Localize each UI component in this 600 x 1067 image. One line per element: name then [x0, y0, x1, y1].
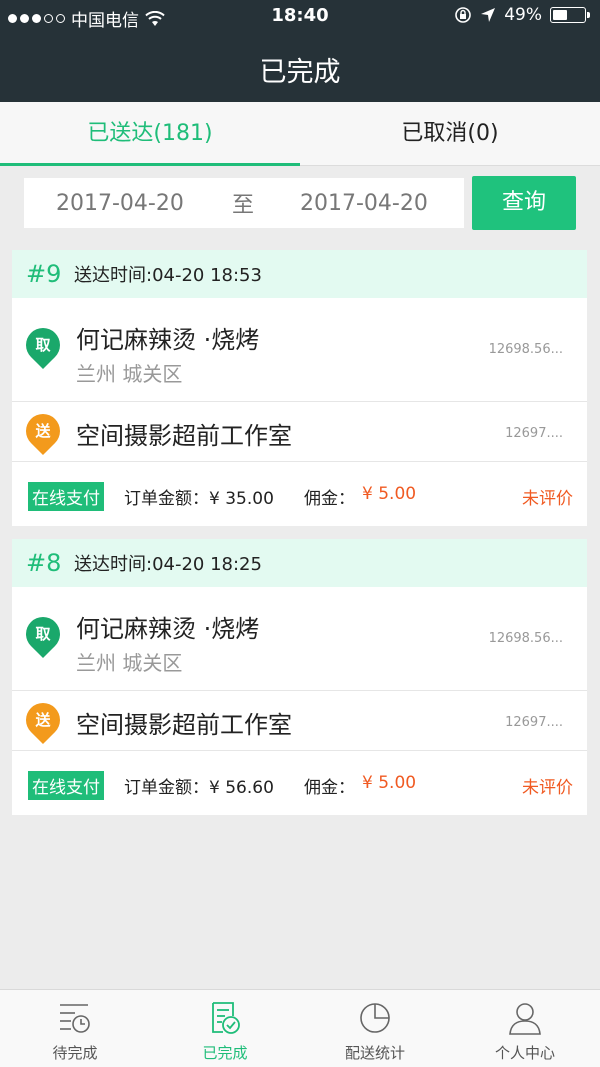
dropoff-distance: 12697.... — [505, 426, 563, 441]
pickup-area: 兰州 城关区 — [76, 362, 183, 386]
dropoff-pin-icon: 送 — [18, 406, 68, 456]
payment-method-badge: 在线支付 — [28, 482, 104, 511]
tabbar-completed[interactable]: 已完成 — [150, 990, 300, 1067]
delivered-time: 送达时间:04-20 18:25 — [74, 554, 262, 575]
battery-percent: 49% — [504, 5, 542, 25]
pickup-pin-icon: 取 — [18, 320, 68, 370]
dropoff-distance: 12697.... — [505, 715, 563, 730]
date-range-filter: 2017-04-20 至 2017-04-20 — [24, 178, 464, 228]
bottom-tab-bar: 待完成 已完成 配送统计 个人中心 — [0, 989, 600, 1067]
top-bar: 中国电信 18:40 49% 已完成 — [0, 0, 600, 102]
end-date-input[interactable]: 2017-04-20 — [300, 191, 428, 216]
order-amount: 订单金额：¥ 35.00 — [124, 489, 274, 509]
start-date-input[interactable]: 2017-04-20 — [56, 191, 184, 216]
date-range-separator: 至 — [232, 193, 255, 218]
location-arrow-icon — [481, 8, 496, 22]
tabbar-label: 个人中心 — [494, 1044, 555, 1062]
page-title: 已完成 — [259, 57, 341, 88]
pickup-stop: 取 何记麻辣烫 ·烧烤 兰州 城关区 12698.56... — [12, 587, 587, 691]
pickup-name: 何记麻辣烫 ·烧烤 — [76, 615, 260, 643]
commission-value: ¥ 5.00 — [362, 773, 417, 793]
review-status[interactable]: 未评价 — [522, 484, 573, 509]
status-tabs: 已送达(181) 已取消(0) — [0, 102, 600, 166]
dropoff-name: 空间摄影超前工作室 — [76, 711, 292, 739]
dropoff-stop: 送 空间摄影超前工作室 12697.... — [12, 691, 587, 751]
order-footer: 在线支付 订单金额：¥ 35.00 佣金： ¥ 5.00 未评价 — [12, 462, 587, 526]
order-footer: 在线支付 订单金额：¥ 56.60 佣金： ¥ 5.00 未评价 — [12, 751, 587, 815]
battery-icon — [550, 7, 590, 23]
order-card[interactable]: #9 送达时间:04-20 18:53 取 何记麻辣烫 ·烧烤 兰州 城关区 1… — [12, 250, 587, 526]
tabbar-label: 配送统计 — [344, 1044, 405, 1062]
pickup-area: 兰州 城关区 — [76, 651, 183, 675]
pickup-distance: 12698.56... — [488, 631, 563, 646]
tabbar-pending[interactable]: 待完成 — [0, 990, 150, 1067]
tabbar-profile[interactable]: 个人中心 — [450, 990, 600, 1067]
tab-delivered[interactable]: 已送达(181) — [0, 102, 300, 166]
tab-cancelled[interactable]: 已取消(0) — [300, 102, 600, 165]
pickup-stop: 取 何记麻辣烫 ·烧烤 兰州 城关区 12698.56... — [12, 298, 587, 402]
query-button[interactable]: 查询 — [472, 176, 576, 230]
delivered-time: 送达时间:04-20 18:53 — [74, 265, 262, 286]
order-number: #9 — [26, 260, 62, 288]
tabbar-label: 已完成 — [202, 1044, 248, 1062]
review-status[interactable]: 未评价 — [522, 773, 573, 798]
pie-chart-icon — [360, 1003, 390, 1033]
dropoff-pin-icon: 送 — [18, 695, 68, 745]
order-header: #8 送达时间:04-20 18:25 — [12, 539, 587, 587]
status-bar: 中国电信 18:40 49% — [0, 0, 600, 34]
user-icon — [509, 1003, 541, 1035]
commission-label: 佣金： — [304, 489, 355, 509]
pickup-pin-icon: 取 — [18, 609, 68, 659]
rotation-lock-icon — [455, 7, 472, 23]
payment-method-badge: 在线支付 — [28, 771, 104, 800]
dropoff-name: 空间摄影超前工作室 — [76, 422, 292, 450]
commission-value: ¥ 5.00 — [362, 484, 417, 504]
pickup-name: 何记麻辣烫 ·烧烤 — [76, 326, 260, 354]
tabbar-label: 待完成 — [52, 1044, 98, 1062]
pickup-distance: 12698.56... — [488, 342, 563, 357]
completed-list-icon — [212, 1002, 240, 1034]
commission-label: 佣金： — [304, 778, 355, 798]
order-header: #9 送达时间:04-20 18:53 — [12, 250, 587, 298]
order-card[interactable]: #8 送达时间:04-20 18:25 取 何记麻辣烫 ·烧烤 兰州 城关区 1… — [12, 539, 587, 815]
order-number: #8 — [26, 549, 62, 577]
tabbar-stats[interactable]: 配送统计 — [300, 990, 450, 1067]
pending-list-icon — [60, 1004, 90, 1033]
dropoff-stop: 送 空间摄影超前工作室 12697.... — [12, 402, 587, 462]
order-amount: 订单金额：¥ 56.60 — [124, 778, 274, 798]
